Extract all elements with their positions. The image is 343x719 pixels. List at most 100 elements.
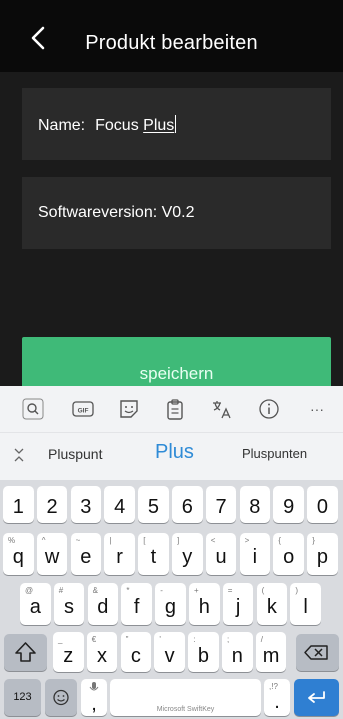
key-label: 4 — [114, 496, 126, 518]
name-label: Name: — [38, 117, 86, 134]
key-s[interactable]: # s — [53, 583, 85, 625]
emoji-icon — [53, 689, 69, 706]
gif-icon[interactable]: GIF — [72, 398, 94, 420]
space-key[interactable]: Microsoft SwiftKey — [110, 679, 261, 716]
key-0[interactable]: 0 — [307, 486, 338, 523]
key-label: k — [266, 596, 277, 618]
key-hint: : — [193, 635, 196, 644]
info-icon[interactable] — [258, 398, 280, 420]
numbers-key[interactable]: 123 — [4, 679, 41, 716]
period-key[interactable]: ,!? . — [264, 679, 290, 716]
suggestion-3[interactable]: Pluspunten — [242, 446, 307, 461]
key-label: p — [316, 546, 328, 568]
key-hint: ' — [159, 635, 161, 644]
key-label: 1 — [12, 496, 24, 518]
clipboard-icon[interactable] — [164, 398, 186, 420]
emoji-key[interactable] — [45, 679, 77, 716]
composing-word: Plus — [143, 117, 175, 134]
key-i[interactable]: > i — [239, 533, 271, 575]
key-label: 5 — [147, 496, 159, 518]
key-u[interactable]: < u — [205, 533, 237, 575]
key-c[interactable]: " c — [120, 632, 152, 672]
key-label: 8 — [249, 496, 261, 518]
key-v[interactable]: ' v — [154, 632, 185, 672]
key-7[interactable]: 7 — [205, 486, 237, 523]
enter-key[interactable] — [294, 679, 339, 716]
suggestion-2[interactable]: Plus — [155, 441, 194, 464]
key-8[interactable]: 8 — [239, 486, 271, 523]
collapse-icon[interactable] — [10, 446, 28, 464]
key-l[interactable]: ) l — [290, 583, 321, 625]
page-title: Produkt bearbeiten — [85, 32, 258, 54]
key-label: 3 — [80, 496, 92, 518]
key-k[interactable]: (k — [256, 583, 288, 625]
key-d[interactable]: & d — [87, 583, 119, 625]
key-4[interactable]: 4 — [104, 486, 135, 523]
key-label: s — [64, 596, 75, 618]
backspace-key[interactable] — [296, 634, 339, 671]
shift-key[interactable] — [4, 634, 47, 671]
key-2[interactable]: 2 — [36, 486, 68, 523]
key-3[interactable]: 3 — [70, 486, 102, 523]
key-label: h — [198, 596, 210, 618]
key-a[interactable]: @ a — [20, 583, 51, 625]
key-label: o — [283, 546, 295, 568]
software-version-field: Softwareversion: V0.2 — [22, 177, 331, 249]
keyboard-toolbar: GIF ··· — [0, 386, 343, 432]
key-r[interactable]: | r — [104, 533, 135, 575]
key-z[interactable]: _ z — [53, 632, 84, 672]
svg-text:GIF: GIF — [78, 408, 89, 415]
key-hint: - — [160, 586, 163, 595]
key-label: 7 — [215, 496, 227, 518]
key-hint: € — [91, 635, 97, 644]
key-f[interactable]: * f — [121, 583, 152, 625]
key-m[interactable]: / m — [255, 632, 287, 672]
key-h[interactable]: + h — [189, 583, 220, 625]
key-hint: _ — [58, 635, 63, 644]
comma-key[interactable]: , — [81, 679, 107, 716]
key-label: r — [116, 546, 123, 568]
key-6[interactable]: 6 — [172, 486, 203, 523]
more-icon[interactable]: ··· — [306, 398, 328, 420]
key-e[interactable]: ~ e — [70, 533, 102, 575]
key-hint: @ — [25, 586, 34, 595]
key-g[interactable]: -g — [155, 583, 186, 625]
search-icon[interactable] — [22, 398, 44, 420]
key-label: u — [215, 546, 227, 568]
key-x[interactable]: € x — [86, 632, 118, 672]
save-button[interactable]: speichern — [22, 337, 331, 393]
key-5[interactable]: 5 — [138, 486, 169, 523]
key-p[interactable]: } p — [307, 533, 338, 575]
shift-icon — [15, 642, 36, 662]
key-t[interactable]: [t — [138, 533, 169, 575]
key-label: j — [235, 596, 241, 618]
key-hint: / — [260, 635, 264, 644]
translate-icon[interactable] — [210, 398, 232, 420]
key-o[interactable]: {o — [273, 533, 304, 575]
key-b[interactable]: :b — [188, 632, 219, 672]
name-input[interactable]: Focus Plus — [95, 115, 177, 134]
key-hint: ~ — [75, 536, 81, 545]
key-label: m — [262, 645, 280, 667]
content-area: Name: Focus Plus Softwareversion: V0.2 sp… — [0, 72, 343, 393]
key-9[interactable]: 9 — [273, 486, 304, 523]
key-y[interactable]: ] y — [172, 533, 203, 575]
key-hint: % — [8, 536, 16, 545]
key-j[interactable]: = j — [222, 583, 254, 625]
key-q[interactable]: % q — [3, 533, 34, 575]
key-label: l — [303, 596, 308, 618]
sticker-icon[interactable] — [118, 398, 140, 420]
key-hint: ; — [227, 635, 230, 644]
key-w[interactable]: ^ w — [36, 533, 68, 575]
key-hint: [ — [143, 536, 146, 545]
key-hint: & — [92, 586, 98, 595]
key-hint: # — [58, 586, 64, 595]
key-label: v — [164, 645, 175, 667]
keyboard: GIF ··· Pluspunt Plus Pluspunten 1234567… — [0, 386, 343, 719]
name-field[interactable]: Name: Focus Plus — [22, 88, 331, 160]
key-label: t — [150, 546, 157, 568]
key-n[interactable]: ; n — [222, 632, 253, 672]
key-hint: ( — [261, 586, 265, 595]
suggestion-1[interactable]: Pluspunt — [48, 446, 102, 462]
key-1[interactable]: 1 — [3, 486, 34, 523]
